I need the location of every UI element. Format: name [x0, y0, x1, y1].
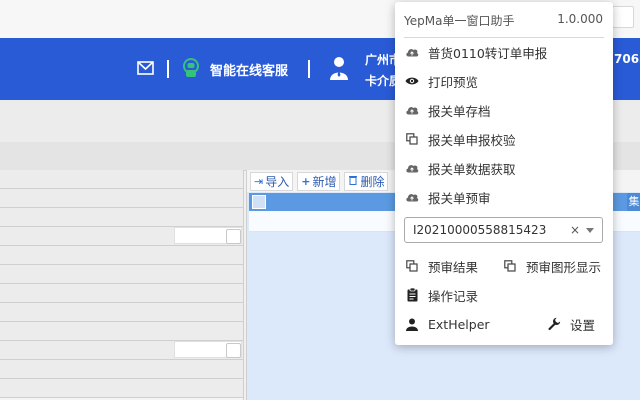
clipboard-icon — [405, 288, 419, 302]
menu-item-label: 报关单预审 — [428, 190, 491, 206]
menu-item-label: 普货0110转订单申报 — [428, 45, 548, 61]
ext-helper-label: ExtHelper — [428, 316, 490, 332]
form-row — [0, 284, 243, 303]
menu-item-order-declaration[interactable]: 普货0110转订单申报 — [405, 41, 547, 63]
trash-icon — [348, 174, 358, 188]
header-divider — [167, 60, 169, 78]
menu-item-fetch-data[interactable]: 报关单数据获取 — [405, 157, 516, 179]
grid-header-cell[interactable]: 集 — [627, 193, 640, 211]
precheck-result-button[interactable]: 预审结果 — [405, 255, 478, 277]
operation-log-button[interactable]: 操作记录 — [405, 284, 478, 306]
mail-icon[interactable] — [137, 61, 154, 75]
ext-helper-button[interactable]: ExtHelper — [405, 313, 490, 335]
account-number-wrap: 7065 — [614, 52, 640, 66]
form-row — [0, 322, 243, 341]
clear-icon[interactable]: × — [570, 223, 580, 237]
form-row — [0, 189, 243, 208]
cloud-icon — [405, 103, 419, 117]
menu-item-label: 报关单申报校验 — [428, 132, 516, 148]
customer-service-link[interactable]: 智能在线客服 — [210, 60, 288, 79]
delete-button[interactable]: 删除 — [344, 171, 389, 191]
form-row — [0, 265, 243, 284]
copy-icon — [405, 132, 419, 146]
customer-service-icon[interactable] — [181, 57, 201, 79]
cloud-icon — [405, 45, 419, 59]
menu-item-label: 报关单数据获取 — [428, 161, 516, 177]
wrench-icon — [547, 317, 561, 331]
menu-item-label: 打印预览 — [428, 74, 479, 90]
select-all-checkbox[interactable] — [252, 195, 266, 209]
form-checkbox[interactable] — [226, 229, 241, 244]
eye-icon — [405, 74, 419, 88]
menu-item-validate[interactable]: 报关单申报校验 — [405, 128, 516, 150]
form-input[interactable] — [174, 341, 242, 358]
menu-item-precheck[interactable]: 报关单预审 — [405, 186, 491, 208]
plus-icon: + — [301, 174, 311, 188]
cloud-icon — [405, 161, 419, 175]
account-number: 7065 — [614, 52, 640, 66]
form-row — [0, 341, 243, 360]
import-icon: ⇥ — [254, 174, 264, 188]
form-row — [0, 227, 243, 246]
import-label: 导入 — [265, 174, 290, 189]
form-row — [0, 208, 243, 227]
menu-item-print-preview[interactable]: 打印预览 — [405, 70, 478, 92]
cloud-icon — [405, 190, 419, 204]
import-button[interactable]: ⇥ 导入 — [250, 171, 294, 191]
settings-label: 设置 — [570, 317, 596, 333]
top-right-button[interactable] — [612, 6, 634, 28]
user-icon — [405, 317, 419, 331]
add-button[interactable]: + 新增 — [297, 171, 341, 191]
extension-popup: YepMa单一窗口助手 1.0.000 普货0110转订单申报 打印预览 报关单… — [395, 2, 613, 345]
form-panel — [0, 170, 244, 400]
form-row — [0, 246, 243, 265]
precheck-result-label: 预审结果 — [428, 259, 479, 275]
form-row — [0, 360, 243, 379]
copy-icon — [405, 259, 419, 273]
declaration-select-value: I20210000558815423 — [413, 223, 547, 237]
header-divider — [308, 60, 310, 78]
customer-service-label[interactable]: 智能在线客服 — [210, 60, 288, 79]
add-label: 新增 — [312, 174, 337, 189]
form-row — [0, 379, 243, 398]
popup-title: YepMa单一窗口助手 — [404, 14, 515, 28]
precheck-graph-label: 预审图形显示 — [526, 259, 602, 275]
popup-divider — [404, 37, 604, 38]
form-row — [0, 170, 243, 189]
form-row — [0, 303, 243, 322]
operation-log-label: 操作记录 — [428, 288, 479, 304]
declaration-select[interactable]: I20210000558815423 × — [404, 217, 603, 243]
settings-button[interactable]: 设置 — [547, 313, 595, 335]
precheck-graph-button[interactable]: 预审图形显示 — [503, 255, 601, 277]
menu-item-label: 报关单存档 — [428, 103, 491, 119]
delete-label: 删除 — [360, 174, 385, 189]
menu-item-archive[interactable]: 报关单存档 — [405, 99, 491, 121]
popup-version: 1.0.000 — [557, 12, 603, 26]
user-avatar-icon[interactable] — [329, 55, 349, 81]
copy-icon — [503, 259, 517, 273]
form-input[interactable] — [174, 227, 242, 244]
chevron-down-icon[interactable] — [586, 227, 594, 233]
form-checkbox[interactable] — [226, 343, 241, 358]
